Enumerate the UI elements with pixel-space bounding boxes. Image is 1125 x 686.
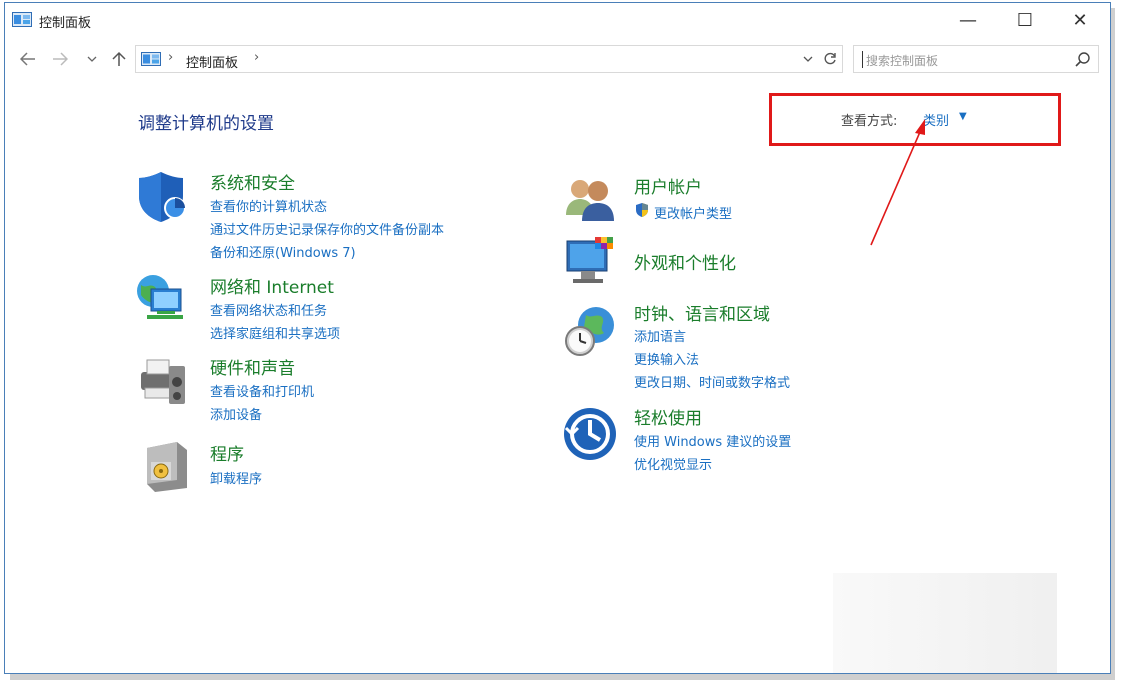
arrow-right-icon (53, 52, 68, 66)
ease-of-access-icon[interactable] (562, 406, 618, 462)
users-icon[interactable] (562, 171, 618, 227)
up-button[interactable] (107, 47, 131, 71)
link-add-device[interactable]: 添加设备 (210, 404, 262, 423)
category-title-system-security[interactable]: 系统和安全 (210, 169, 295, 194)
arrow-left-icon (20, 52, 35, 66)
link-add-language[interactable]: 添加语言 (634, 326, 686, 345)
search-placeholder: 搜索控制面板 (866, 54, 939, 68)
search-box[interactable]: 搜索控制面板 (853, 45, 1099, 73)
category-title-clock-language-region[interactable]: 时钟、语言和区域 (634, 300, 770, 325)
control-panel-window: 控制面板 — ☐ ✕ › 控制面板 › 搜索控制面板 调整计算机的设置 查看方式… (4, 2, 1111, 674)
category-title-hardware-sound[interactable]: 硬件和声音 (210, 354, 295, 379)
recent-locations-button[interactable] (85, 47, 99, 71)
link-windows-recommended-settings[interactable]: 使用 Windows 建议的设置 (634, 431, 791, 450)
chevron-down-icon (87, 56, 97, 62)
address-bar[interactable]: › 控制面板 › (135, 45, 843, 73)
link-change-input-method[interactable]: 更换输入法 (634, 349, 699, 368)
link-devices-printers[interactable]: 查看设备和打印机 (210, 381, 314, 400)
breadcrumb-separator[interactable]: › (254, 50, 259, 65)
text-caret (862, 51, 863, 68)
control-panel-icon (141, 52, 161, 66)
link-network-status[interactable]: 查看网络状态和任务 (210, 300, 327, 319)
link-file-history-backup[interactable]: 通过文件历史记录保存你的文件备份副本 (210, 219, 444, 238)
uac-shield-icon (636, 203, 648, 217)
title-bar: 控制面板 — ☐ ✕ (5, 3, 1110, 37)
window-shadow-bottom (10, 674, 1115, 680)
search-icon[interactable] (1074, 51, 1092, 69)
link-check-computer-status[interactable]: 查看你的计算机状态 (210, 196, 327, 215)
category-title-network-internet[interactable]: 网络和 Internet (210, 273, 334, 298)
link-change-account-type[interactable]: 更改帐户类型 (654, 203, 732, 222)
link-optimize-visual-display[interactable]: 优化视觉显示 (634, 454, 712, 473)
link-uninstall-program[interactable]: 卸载程序 (210, 468, 262, 487)
link-backup-restore[interactable]: 备份和还原(Windows 7) (210, 242, 356, 261)
watermark-area (833, 573, 1057, 673)
annotation-arrow (870, 119, 925, 246)
arrow-up-icon (112, 51, 126, 66)
maximize-button[interactable]: ☐ (1002, 3, 1048, 37)
category-title-programs[interactable]: 程序 (210, 440, 244, 465)
chevron-down-icon (803, 56, 813, 62)
link-homegroup-sharing[interactable]: 选择家庭组和共享选项 (210, 323, 340, 342)
page-title: 调整计算机的设置 (138, 114, 274, 134)
breadcrumb-separator[interactable]: › (168, 50, 173, 65)
shield-icon[interactable] (133, 168, 189, 224)
refresh-button[interactable] (820, 49, 840, 69)
printer-speaker-icon[interactable] (133, 352, 189, 408)
category-title-appearance[interactable]: 外观和个性化 (634, 249, 736, 274)
programs-box-icon[interactable] (137, 438, 193, 494)
category-title-ease-of-access[interactable]: 轻松使用 (634, 404, 702, 429)
minimize-button[interactable]: — (945, 3, 991, 37)
back-button[interactable] (15, 47, 41, 71)
control-panel-icon (12, 12, 32, 27)
forward-button[interactable] (49, 47, 71, 71)
monitor-palette-icon[interactable] (563, 235, 619, 291)
close-button[interactable]: ✕ (1057, 3, 1103, 37)
caret-down-icon[interactable]: ▼ (959, 111, 967, 122)
window-title: 控制面板 (39, 16, 92, 31)
clock-globe-icon[interactable] (562, 303, 618, 359)
refresh-icon (824, 52, 836, 65)
address-dropdown-button[interactable] (800, 50, 816, 68)
breadcrumb-control-panel[interactable]: 控制面板 (186, 52, 238, 71)
network-globe-icon[interactable] (133, 271, 189, 327)
category-title-user-accounts[interactable]: 用户帐户 (634, 173, 702, 198)
link-change-date-time-format[interactable]: 更改日期、时间或数字格式 (634, 372, 790, 391)
